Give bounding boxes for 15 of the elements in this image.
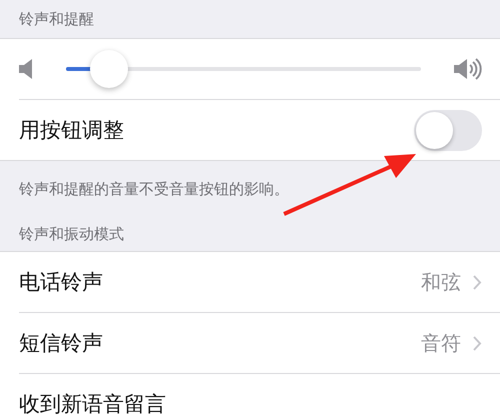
speaker-low-icon [19,58,33,80]
setting-label[interactable]: 电话铃声 [19,268,421,296]
section-header: 铃声和振动模式 [19,224,124,244]
chevron-icon [473,274,482,290]
setting-label[interactable]: 收到新语音留言 [19,390,482,416]
speaker-loud-icon [454,57,482,81]
section-header: 铃声和提醒 [19,10,94,28]
toggle-switch[interactable] [414,110,482,150]
setting-label[interactable]: 短信铃声 [19,329,421,357]
setting-label: 用按钮调整 [19,117,125,144]
slider-thumb[interactable] [90,50,128,88]
setting-value: 和弦 [421,268,461,296]
chevron-icon [473,336,482,350]
setting-value: 音符 [421,330,461,356]
footer-note: 铃声和提醒的音量不受音量按钮的影响。 [19,180,289,198]
